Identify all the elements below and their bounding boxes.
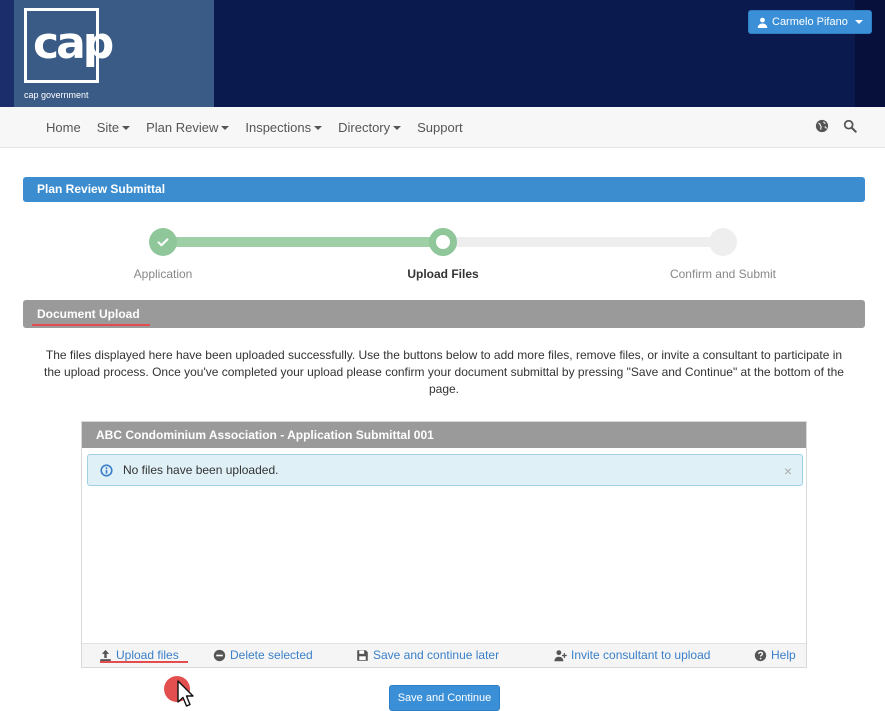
step-label-application: Application [133, 267, 193, 281]
user-icon [757, 17, 768, 28]
main-navbar: Home Site Plan Review Inspections Directory S… [0, 107, 885, 148]
card-actions: Upload files Delete selected Save and co… [82, 643, 806, 667]
plan-review-panel-header: Plan Review Submittal [23, 177, 865, 202]
nav-items: Home Site Plan Review Inspections Directory S… [46, 107, 463, 148]
nav-item-label: Home [46, 120, 81, 135]
nav-item-support[interactable]: Support [417, 120, 463, 135]
question-circle-icon [754, 649, 767, 661]
upload-icon [100, 649, 111, 661]
highlight-underline [32, 324, 150, 326]
delete-selected-button[interactable]: Delete selected [213, 648, 313, 662]
chevron-down-icon [314, 125, 323, 130]
add-user-icon [554, 649, 567, 661]
close-icon[interactable]: × [784, 463, 792, 479]
nav-item-label: Site [96, 120, 120, 135]
invite-consultant-label: Invite consultant to upload [571, 648, 711, 662]
logo[interactable]: cap [24, 8, 114, 83]
logo-caption: cap government [24, 90, 89, 100]
chevron-down-icon [393, 125, 402, 130]
user-name: Carmelo Pifano [772, 16, 848, 28]
alert-text: No files have been uploaded. [123, 463, 279, 477]
invite-consultant-button[interactable]: Invite consultant to upload [554, 648, 710, 662]
no-files-alert: No files have been uploaded. × [87, 454, 803, 486]
nav-item-inspections[interactable]: Inspections [245, 120, 323, 135]
check-icon [157, 238, 169, 247]
step-label-upload: Upload Files [407, 267, 479, 281]
step-line-complete [163, 237, 443, 247]
floppy-disk-icon [357, 649, 368, 661]
chevron-down-icon [854, 20, 863, 24]
nav-item-site[interactable]: Site [96, 120, 131, 135]
nav-item-label: Support [417, 120, 463, 135]
step-application-complete [149, 228, 177, 256]
submittal-card: ABC Condominium Association - Applicatio… [81, 421, 807, 668]
nav-item-label: Plan Review [146, 120, 219, 135]
step-label-confirm: Confirm and Submit [669, 267, 777, 281]
chevron-down-icon [221, 125, 230, 130]
user-menu-button[interactable]: Carmelo Pifano [748, 10, 872, 34]
upload-files-button[interactable]: Upload files [99, 648, 179, 662]
upload-description: The files displayed here have been uploa… [44, 348, 844, 396]
delete-selected-label: Delete selected [230, 648, 313, 662]
help-button[interactable]: Help [754, 648, 796, 662]
progress-stepper: Application Upload Files Confirm and Sub… [23, 215, 865, 285]
mouse-cursor-icon [177, 680, 194, 707]
minus-circle-icon [213, 649, 226, 661]
step-upload-current [429, 228, 457, 256]
step-line-pending [443, 237, 723, 247]
chevron-down-icon [122, 125, 131, 130]
step-confirm-pending [709, 228, 737, 256]
header-stripe [0, 0, 14, 107]
globe-icon[interactable] [815, 119, 829, 133]
nav-item-label: Directory [338, 120, 391, 135]
save-continue-later-label: Save and continue later [373, 648, 500, 662]
nav-item-directory[interactable]: Directory [338, 120, 402, 135]
nav-icons [815, 119, 857, 133]
app-header: cap cap government Carmelo Pifano [0, 0, 885, 107]
nav-item-home[interactable]: Home [46, 120, 81, 135]
save-and-continue-button[interactable]: Save and Continue [389, 685, 500, 711]
nav-item-plan-review[interactable]: Plan Review [146, 120, 230, 135]
save-continue-later-button[interactable]: Save and continue later [356, 648, 499, 662]
nav-item-label: Inspections [245, 120, 312, 135]
search-icon[interactable] [843, 119, 857, 133]
info-icon [100, 463, 113, 477]
highlight-underline [100, 661, 188, 663]
card-title: ABC Condominium Association - Applicatio… [82, 422, 806, 448]
logo-text: cap [33, 18, 114, 69]
help-label: Help [771, 648, 796, 662]
upload-files-label: Upload files [116, 648, 179, 662]
